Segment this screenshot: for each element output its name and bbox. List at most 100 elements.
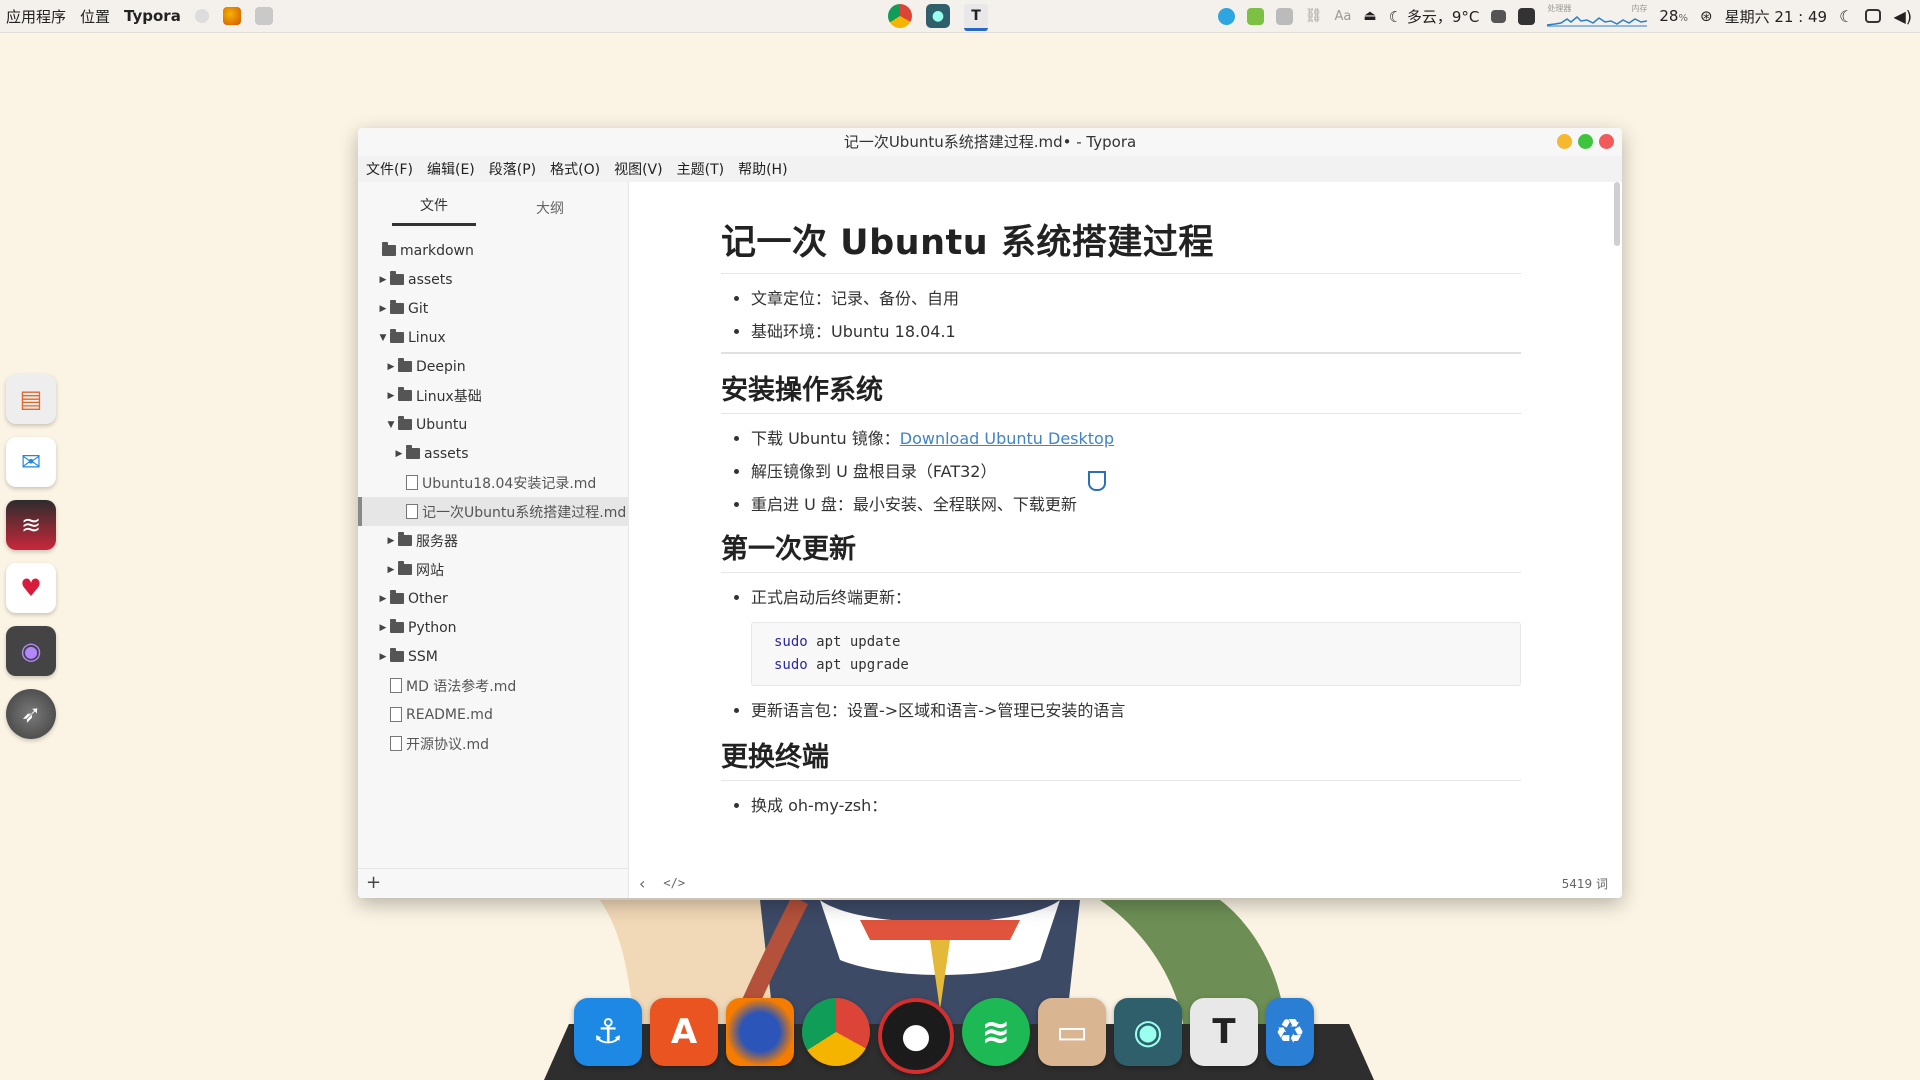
tree-folder-item[interactable]: ▶ Python bbox=[358, 613, 628, 642]
download-ubuntu-link[interactable]: Download Ubuntu Desktop bbox=[900, 429, 1114, 448]
tree-file-item[interactable]: README.md bbox=[358, 700, 628, 729]
list-item[interactable]: 换成 oh-my-zsh： bbox=[751, 789, 1521, 822]
source-mode-button[interactable]: </> bbox=[663, 876, 685, 890]
music-player-icon[interactable]: ● bbox=[878, 998, 954, 1074]
collapse-arrow-icon[interactable]: ▶ bbox=[378, 623, 388, 633]
document[interactable]: 记一次 Ubuntu 系统搭建过程 文章定位：记录、备份、自用 基础环境：Ubu… bbox=[721, 214, 1521, 822]
collapse-arrow-icon[interactable]: ▶ bbox=[394, 449, 404, 459]
collapse-arrow-icon[interactable]: ▶ bbox=[386, 536, 396, 546]
menu-edit[interactable]: 编辑(E) bbox=[427, 159, 475, 179]
trash-icon[interactable]: ♻ bbox=[1266, 998, 1314, 1066]
expand-arrow-icon[interactable]: ▼ bbox=[378, 333, 388, 343]
close-button[interactable] bbox=[1599, 134, 1614, 149]
wechat-icon[interactable] bbox=[1246, 7, 1264, 25]
list-item[interactable]: 更新语言包：设置->区域和语言->管理已安装的语言 bbox=[751, 694, 1521, 727]
tree-folder-item[interactable]: ▶ Git bbox=[358, 294, 628, 323]
weather-indicator[interactable]: ☾ 多云，9°C bbox=[1389, 6, 1480, 27]
anchor-app-icon[interactable]: ⚓ bbox=[574, 998, 642, 1066]
system-monitor-icon[interactable] bbox=[1518, 7, 1536, 25]
menu-help[interactable]: 帮助(H) bbox=[738, 159, 787, 179]
firefox-icon[interactable] bbox=[726, 998, 794, 1066]
menu-theme[interactable]: 主题(T) bbox=[677, 159, 724, 179]
tab-files[interactable]: 文件 bbox=[392, 195, 476, 226]
software-center-icon[interactable]: A bbox=[650, 998, 718, 1066]
list-item[interactable]: 文章定位：记录、备份、自用 bbox=[751, 282, 1521, 315]
tree-folder-item[interactable]: markdown bbox=[358, 236, 628, 265]
night-mode-icon[interactable]: ☾ bbox=[1839, 7, 1853, 26]
tree-folder-item[interactable]: ▶ 网站 bbox=[358, 555, 628, 584]
fruit-app-icon[interactable] bbox=[222, 7, 241, 25]
list-item[interactable]: 基础环境：Ubuntu 18.04.1 bbox=[751, 315, 1521, 348]
menu-format[interactable]: 格式(O) bbox=[550, 159, 600, 179]
add-file-button[interactable]: + bbox=[358, 868, 628, 898]
clock[interactable]: 星期六 21 : 49 bbox=[1725, 6, 1828, 27]
tree-folder-item[interactable]: ▶ Linux基础 bbox=[358, 381, 628, 410]
font-icon[interactable]: Aa bbox=[1335, 9, 1352, 24]
tree-folder-item[interactable]: ▶ 服务器 bbox=[358, 526, 628, 555]
applications-menu[interactable]: 应用程序 bbox=[6, 6, 66, 27]
list-item[interactable]: 下载 Ubuntu 镜像：Download Ubuntu Desktop bbox=[751, 422, 1521, 455]
tree-folder-item[interactable]: ▶ assets bbox=[358, 439, 628, 468]
keyboard-icon[interactable] bbox=[254, 7, 273, 25]
tree-file-item[interactable]: Ubuntu18.04安装记录.md bbox=[358, 468, 628, 497]
vertical-scrollbar[interactable] bbox=[1614, 182, 1620, 246]
chat-app-icon[interactable]: ✉ bbox=[6, 437, 56, 487]
files-icon[interactable]: ▭ bbox=[1038, 998, 1106, 1066]
minimize-button[interactable] bbox=[1557, 134, 1572, 149]
active-app-name[interactable]: Typora bbox=[124, 7, 181, 25]
chrome-window-icon[interactable] bbox=[888, 4, 912, 28]
gitkraken-icon[interactable]: ◉ bbox=[1114, 998, 1182, 1066]
volume-icon[interactable]: ◀) bbox=[1893, 7, 1912, 26]
toggle-sidebar-button[interactable]: ‹ bbox=[639, 874, 645, 893]
typora-window-icon[interactable]: T bbox=[964, 4, 988, 31]
window-titlebar[interactable]: 记一次Ubuntu系统搭建过程.md• - Typora bbox=[358, 128, 1622, 156]
tree-folder-item[interactable]: ▶ Other bbox=[358, 584, 628, 613]
tree-folder-item[interactable]: ▼ Linux bbox=[358, 323, 628, 352]
menu-file[interactable]: 文件(F) bbox=[366, 159, 413, 179]
tree-file-item[interactable]: 记一次Ubuntu系统搭建过程.md bbox=[358, 497, 628, 526]
typora-icon[interactable]: T bbox=[1190, 998, 1258, 1066]
collapse-arrow-icon[interactable]: ▶ bbox=[386, 391, 396, 401]
accessibility-icon[interactable]: ⊛ bbox=[1700, 7, 1713, 25]
heart-app-icon[interactable]: ♥ bbox=[6, 563, 56, 613]
audio-app-icon[interactable]: ≋ bbox=[6, 500, 56, 550]
list-item[interactable]: 解压镜像到 U 盘根目录（FAT32） bbox=[751, 455, 1521, 488]
notification-icon[interactable] bbox=[1865, 9, 1882, 23]
telegram-icon[interactable] bbox=[1217, 7, 1235, 25]
doc-title[interactable]: 记一次 Ubuntu 系统搭建过程 bbox=[721, 214, 1521, 274]
collapse-arrow-icon[interactable]: ▶ bbox=[386, 565, 396, 575]
code-block[interactable]: sudo apt update sudo apt upgrade bbox=[751, 622, 1521, 686]
tree-folder-item[interactable]: ▶ Deepin bbox=[358, 352, 628, 381]
tree-folder-item[interactable]: ▶ assets bbox=[358, 265, 628, 294]
expand-arrow-icon[interactable]: ▼ bbox=[386, 420, 396, 430]
menu-view[interactable]: 视图(V) bbox=[614, 159, 663, 179]
tree-file-item[interactable]: 开源协议.md bbox=[358, 729, 628, 758]
places-menu[interactable]: 位置 bbox=[80, 6, 110, 27]
heading-install-os[interactable]: 安装操作系统 bbox=[721, 368, 1521, 414]
list-item[interactable]: 正式启动后终端更新： bbox=[751, 581, 1521, 614]
collapse-arrow-icon[interactable]: ▶ bbox=[378, 275, 388, 285]
collapse-arrow-icon[interactable]: ▶ bbox=[378, 652, 388, 662]
rocket-launcher-icon[interactable]: ➶ bbox=[6, 689, 56, 739]
word-count[interactable]: 5419 词 bbox=[1562, 875, 1608, 892]
tree-file-item[interactable]: MD 语法参考.md bbox=[358, 671, 628, 700]
list-item[interactable]: 重启进 U 盘：最小安装、全程联网、下载更新 bbox=[751, 488, 1521, 521]
collapse-arrow-icon[interactable]: ▶ bbox=[378, 304, 388, 314]
tree-folder-item[interactable]: ▼ Ubuntu bbox=[358, 410, 628, 439]
tab-outline[interactable]: 大纲 bbox=[508, 198, 592, 226]
cpu-graph[interactable]: 处理器 内存 bbox=[1547, 4, 1648, 27]
spotify-icon[interactable]: ≋ bbox=[962, 998, 1030, 1066]
collapse-arrow-icon[interactable]: ▶ bbox=[378, 594, 388, 604]
layout-app-icon[interactable]: ▤ bbox=[6, 374, 56, 424]
camera-app-icon[interactable]: ◉ bbox=[6, 626, 56, 676]
chrome-icon[interactable] bbox=[802, 998, 870, 1066]
gitkraken-window-icon[interactable]: ● bbox=[926, 4, 950, 28]
screenshot-icon[interactable] bbox=[1491, 9, 1507, 23]
tree-folder-item[interactable]: ▶ SSM bbox=[358, 642, 628, 671]
keyboard-layout-icon[interactable] bbox=[1275, 7, 1293, 25]
maximize-button[interactable] bbox=[1578, 134, 1593, 149]
link-icon[interactable]: ⛓ bbox=[1305, 8, 1323, 24]
menu-paragraph[interactable]: 段落(P) bbox=[489, 159, 536, 179]
heading-change-terminal[interactable]: 更换终端 bbox=[721, 735, 1521, 781]
heading-first-update[interactable]: 第一次更新 bbox=[721, 527, 1521, 573]
